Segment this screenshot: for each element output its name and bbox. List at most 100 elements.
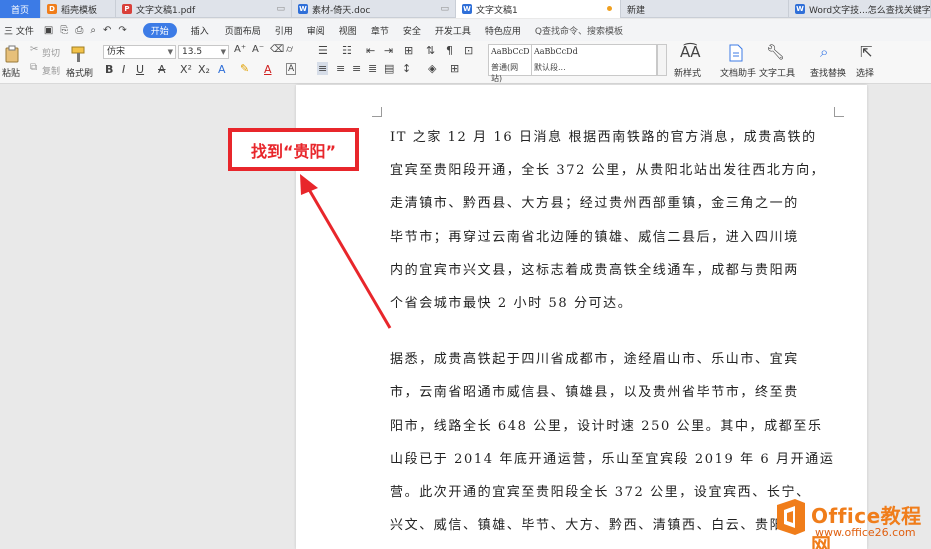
export-icon[interactable]: ⎘	[60, 25, 68, 36]
sort-icon[interactable]: ⇅	[426, 44, 435, 57]
menu-security[interactable]: 安全	[403, 24, 421, 37]
shrink-font-icon[interactable]: A⁻	[252, 44, 264, 55]
format-painter-button[interactable]: 格式刷	[66, 66, 93, 79]
justify-icon[interactable]: ≣	[368, 62, 377, 75]
menu-section[interactable]: 章节	[371, 24, 389, 37]
clear-format-icon[interactable]: ⌫	[270, 44, 284, 55]
shading-icon[interactable]: ◈	[428, 62, 436, 75]
chinese-layout-icon[interactable]: ⊞	[404, 44, 413, 57]
paragraph-line: 兴文、威信、镇雄、毕节、大方、黔西、清镇西、白云、贵阳	[390, 518, 785, 533]
tab-current-document[interactable]: W 文字文稿1	[456, 0, 621, 18]
save-icon[interactable]: ▣	[44, 25, 53, 36]
command-search[interactable]: Q查找命令、搜索模板	[535, 24, 623, 37]
char-shading-icon[interactable]: A	[286, 63, 297, 75]
table-icon[interactable]: ⊡	[464, 44, 473, 57]
text-tools-button[interactable]: 文字工具	[759, 66, 795, 79]
paragraph-line: 毕节市；再穿过云南省北边陲的镇雄、威信二县后，进入四川境	[390, 230, 799, 245]
text-effect-icon[interactable]: A	[218, 63, 226, 76]
tab-label: 新建	[627, 5, 646, 16]
tab-word-tips[interactable]: W Word文字技...怎么查找关键字	[789, 0, 931, 18]
numbered-list-icon[interactable]: ☷	[342, 44, 352, 57]
style-default-paragraph[interactable]: AaBbCcDd 默认段...	[532, 44, 657, 76]
menu-bar: 三 文件 ▣ ⎘ ⎙ ⌕ ↶ ↷ 开始 插入 页面布局 引用 审阅 视图 章节 …	[0, 19, 931, 41]
menu-view[interactable]: 视图	[339, 24, 357, 37]
style-preview: AaBbCcD	[491, 47, 530, 56]
unsaved-dot-icon	[607, 6, 612, 11]
paragraph-line: 山段已于 2014 年底开通运营，乐山至宜宾段 2019 年 6 月开通运	[390, 452, 835, 467]
decrease-indent-icon[interactable]: ⇤	[366, 44, 375, 57]
ribbon-toolbar: 粘贴 ✂ 剪切 ⧉ 复制 格式刷 仿宋 ▼ 13.5 ▼ A⁺ A⁻ ⌫ ⌭ B I…	[0, 41, 931, 84]
tab-new[interactable]: 新建	[621, 0, 789, 18]
menu-developer[interactable]: 开发工具	[435, 24, 471, 37]
grow-font-icon[interactable]: A⁺	[234, 44, 246, 55]
strikethrough-icon[interactable]: A	[158, 63, 166, 76]
paragraph-line: 内的宜宾市兴文县，这标志着成贵高铁全线通车，成都与贵阳两	[390, 263, 799, 278]
bold-icon[interactable]: B	[105, 63, 113, 76]
right-canvas-margin	[867, 85, 931, 549]
tab-bar: 首页 D 稻壳模板 P 文字文稿1.pdf ▭ W 素材-倚天.doc ▭ W …	[0, 0, 931, 18]
paragraph-line: 阳市，线路全长 648 公里，设计时速 250 公里。其中，成都至乐	[390, 419, 823, 434]
document-page[interactable]	[296, 85, 867, 549]
margin-corner-mark	[372, 107, 382, 117]
tab-doc-material[interactable]: W 素材-倚天.doc ▭	[292, 0, 456, 18]
italic-icon[interactable]: I	[122, 63, 125, 76]
increase-indent-icon[interactable]: ⇥	[384, 44, 393, 57]
line-spacing-icon[interactable]: ↕	[402, 62, 411, 75]
bullet-list-icon[interactable]: ☰	[318, 44, 328, 57]
copy-button[interactable]: 复制	[42, 64, 60, 77]
highlight-icon[interactable]: ✎	[240, 62, 249, 75]
style-gallery-scroll[interactable]	[657, 44, 667, 76]
menu-insert[interactable]: 插入	[191, 24, 209, 37]
new-style-icon[interactable]: A͡A	[680, 43, 701, 61]
select-cursor-icon[interactable]: ⇱	[860, 43, 873, 61]
align-right-icon[interactable]: ≡	[352, 62, 361, 75]
doc-helper-icon[interactable]	[726, 44, 746, 62]
align-left-icon[interactable]: ≡	[317, 62, 329, 75]
cut-button[interactable]: 剪切	[42, 46, 60, 59]
style-label: 普通(网站)	[491, 63, 519, 83]
format-painter-icon[interactable]	[68, 45, 88, 63]
menu-references[interactable]: 引用	[275, 24, 293, 37]
menu-page-layout[interactable]: 页面布局	[225, 24, 261, 37]
monitor-icon: ▭	[276, 4, 285, 14]
borders-icon[interactable]: ⊞	[450, 62, 459, 75]
align-center-icon[interactable]: ≡	[336, 62, 345, 75]
tab-label: 首页	[10, 5, 29, 16]
style-preview: AaBbCcDd	[534, 47, 578, 56]
menu-special[interactable]: 特色应用	[485, 24, 521, 37]
tab-docer-templates[interactable]: D 稻壳模板	[41, 0, 116, 18]
undo-icon[interactable]: ↶	[103, 25, 111, 36]
distributed-icon[interactable]: ▤	[384, 62, 394, 75]
font-color-icon[interactable]: A	[264, 63, 272, 76]
menu-review[interactable]: 审阅	[307, 24, 325, 37]
underline-icon[interactable]: U	[136, 63, 144, 76]
word-doc-icon: W	[462, 4, 472, 14]
print-icon[interactable]: ⎙	[75, 25, 83, 36]
font-size-select[interactable]: 13.5 ▼	[178, 45, 229, 59]
wrench-icon[interactable]: 🔧︎	[766, 43, 785, 61]
paste-icon[interactable]	[2, 45, 22, 63]
annotation-callout: 找到“贵阳”	[228, 128, 359, 171]
select-button[interactable]: 选择	[856, 66, 874, 79]
tab-home[interactable]: 首页	[0, 0, 41, 18]
show-marks-icon[interactable]: ¶	[446, 44, 453, 57]
style-normal-web[interactable]: AaBbCcD 普通(网站)	[488, 44, 532, 83]
paragraph-line: 个省会城市最快 2 小时 58 分可达。	[390, 296, 633, 311]
new-style-button[interactable]: 新样式	[674, 66, 701, 79]
phonetic-icon[interactable]: ⌭	[286, 44, 293, 55]
menu-file[interactable]: 三 文件	[4, 24, 34, 37]
print-preview-icon[interactable]: ⌕	[90, 25, 96, 36]
pdf-icon: P	[122, 4, 132, 14]
menu-home[interactable]: 开始	[142, 22, 177, 38]
paragraph-line: 市，云南省昭通市威信县、镇雄县，以及贵州省毕节市，终至贵	[390, 385, 799, 400]
doc-helper-button[interactable]: 文档助手	[720, 66, 756, 79]
paste-button[interactable]: 粘贴	[2, 66, 20, 79]
tab-pdf-document[interactable]: P 文字文稿1.pdf ▭	[116, 0, 292, 18]
redo-icon[interactable]: ↷	[118, 25, 126, 36]
subscript-icon[interactable]: X₂	[198, 63, 210, 76]
font-name-select[interactable]: 仿宋 ▼	[103, 45, 176, 59]
superscript-icon[interactable]: X²	[180, 63, 192, 76]
paragraph-line: 宜宾至贵阳段开通，全长 372 公里，从贵阳北站出发往西北方向，	[390, 163, 826, 178]
find-replace-button[interactable]: 查找替换	[810, 66, 846, 79]
find-replace-icon[interactable]: ⌕	[820, 43, 828, 61]
